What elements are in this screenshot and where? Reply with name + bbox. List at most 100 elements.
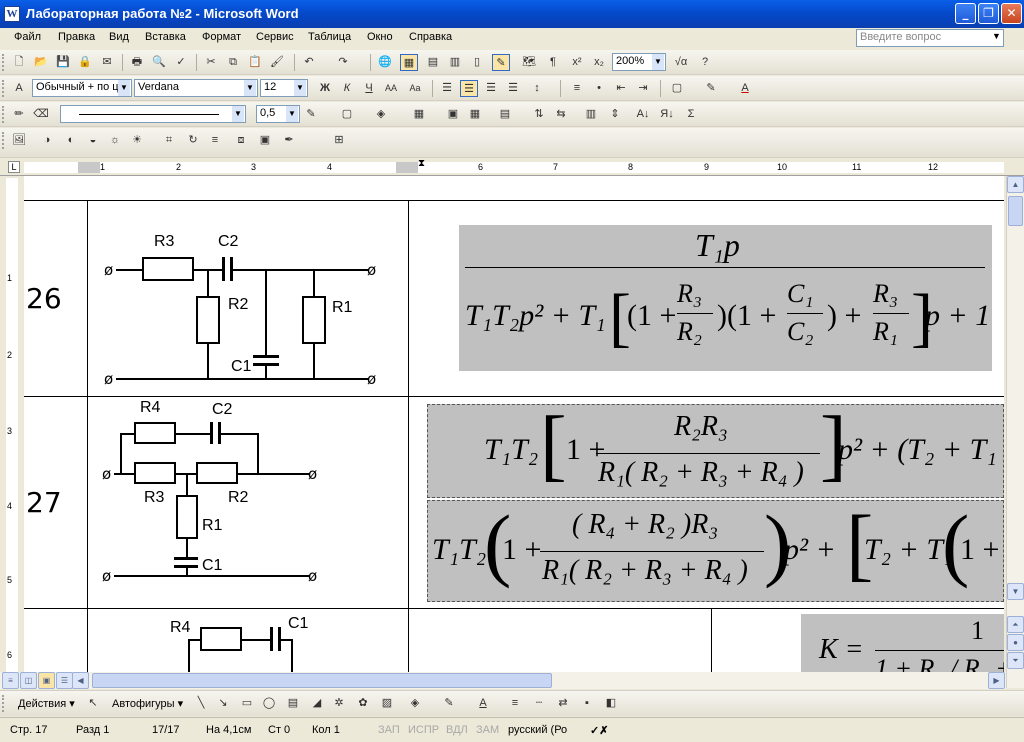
numbering-icon[interactable]: ≡ [568,80,586,97]
line-style-combo[interactable]: ▼ [60,105,246,123]
redo-icon[interactable]: ↷ [334,54,352,71]
scroll-down-icon[interactable]: ▼ [1007,583,1024,600]
shadow-icon[interactable]: ▪ [578,695,596,712]
draw-table-icon[interactable]: ✏ [10,106,28,123]
styles-pane-icon[interactable]: A [10,80,28,97]
decrease-indent-icon[interactable]: ⇤ [612,80,630,97]
font-color-icon[interactable]: A [736,80,754,97]
set-transparent-icon[interactable]: ✒ [280,132,298,149]
outline-view-icon[interactable]: ☰ [56,672,73,689]
menu-window[interactable]: Окно [367,31,393,43]
zoom-combo[interactable]: 200% ▼ [612,53,666,71]
align-cell-icon[interactable]: ▤ [496,106,514,123]
font-color-icon[interactable]: A [474,695,492,712]
bold-icon[interactable]: Ж [316,80,334,97]
superscript-icon[interactable]: x² [568,54,586,71]
ask-dropdown-icon[interactable]: ▼ [992,31,1001,41]
toolbar-grip[interactable] [2,80,5,97]
align-center-icon[interactable]: ☰ [460,80,478,97]
subscript-icon[interactable]: x₂ [590,54,608,71]
equation-icon[interactable]: √α [672,54,690,71]
document-page[interactable]: 26 ø ø ø ø R3 C2 R2 R1 C1 T₁p T₁T₂p² + T… [24,176,1004,672]
split-cells-icon[interactable]: ▦ [466,106,484,123]
insert-table-icon[interactable]: ▤ [424,54,442,71]
3d-icon[interactable]: ◧ [602,695,620,712]
less-contrast-icon[interactable]: ◒ [84,132,102,149]
increase-indent-icon[interactable]: ⇥ [634,80,652,97]
scroll-up-icon[interactable]: ▲ [1007,176,1024,193]
circuit-diagram-27[interactable]: ø ø ø ø R4 C2 R3 R2 R1 C1 [88,397,408,608]
autoformat-icon[interactable]: ▥ [582,106,600,123]
indent-marker-icon[interactable]: ⧗ [418,158,425,169]
highlight-icon[interactable]: ✎ [702,80,720,97]
sort-desc-icon[interactable]: Я↓ [658,106,676,123]
formula-27-top[interactable]: T₁T₂ [ 1 + R₂R₃ R₁( R₂ + R₃ + R₄ ) ] p² … [427,404,1004,498]
menu-view[interactable]: Вид [109,31,129,43]
status-ovr[interactable]: ЗАМ [476,724,499,736]
shading-icon[interactable]: ◈ [372,106,390,123]
columns-icon[interactable]: ▯ [468,54,486,71]
textbox-icon[interactable]: ▤ [284,695,302,712]
distribute-cols-icon[interactable]: ⇆ [552,106,570,123]
line-style-icon[interactable]: ≡ [506,695,524,712]
chevron-down-icon[interactable]: ▼ [244,80,256,96]
ask-question-input[interactable]: Введите вопрос [856,29,1004,47]
spelling-status-icon[interactable]: ✓✗ [590,724,608,737]
borders-icon[interactable]: ▢ [668,80,686,97]
tables-borders-icon[interactable]: ▦ [400,54,418,71]
menu-tools[interactable]: Сервис [256,31,294,43]
line-style-icon[interactable]: ≡ [206,132,224,149]
chevron-down-icon[interactable]: ▼ [118,80,130,96]
line-weight-combo[interactable]: 0,5 ▼ [256,105,300,123]
rotate-icon[interactable]: ↻ [184,132,202,149]
insert-picture-icon[interactable]: 🖼 [10,132,28,149]
justify-icon[interactable]: ☰ [504,80,522,97]
line-color-icon[interactable]: ✎ [440,695,458,712]
word-app-icon[interactable]: W [4,6,20,22]
drawing-icon[interactable]: ✎ [492,54,510,71]
prev-page-icon[interactable]: ⏶ [1007,616,1024,633]
underline-icon[interactable]: Ч [360,80,378,97]
dash-style-icon[interactable]: ┄ [530,695,548,712]
spelling-icon[interactable]: ✓ [172,54,190,71]
email-icon[interactable]: ✉ [98,54,116,71]
autosum-icon[interactable]: Σ [682,106,700,123]
autoshapes-menu[interactable]: Автофигуры ▾ [112,697,183,710]
toolbar-grip[interactable] [2,106,5,123]
menu-format[interactable]: Формат [202,31,241,43]
border-color-icon[interactable]: ✎ [302,106,320,123]
format-painter-icon[interactable]: 🖌 [268,54,286,71]
vertical-scrollbar[interactable]: ▲ ▼ ⏶ ● ⏷ [1006,176,1024,688]
restore-button[interactable]: ❐ [978,3,999,24]
menu-file[interactable]: Файл [14,31,41,43]
diagram-icon[interactable]: ✲ [330,695,348,712]
chevron-down-icon[interactable]: ▼ [286,106,298,122]
font-size-combo[interactable]: 12 ▼ [260,79,308,97]
save-icon[interactable]: 💾 [54,54,72,71]
arrow-style-icon[interactable]: ⇄ [554,695,572,712]
circuit-diagram-26[interactable]: ø ø ø ø R3 C2 R2 R1 C1 [88,201,408,396]
status-ext[interactable]: ВДЛ [446,724,468,736]
less-brightness-icon[interactable]: ☀ [128,132,146,149]
status-trk[interactable]: ИСПР [408,724,439,736]
eraser-icon[interactable]: ⌫ [32,106,50,123]
scroll-left-icon[interactable]: ◀ [72,672,89,689]
insert-table-icon[interactable]: ▦ [410,106,428,123]
outside-border-icon[interactable]: ▢ [338,106,356,123]
compress-icon[interactable]: ⧈ [232,132,250,149]
undo-icon[interactable]: ↶ [300,54,318,71]
text-wrapping-icon[interactable]: ⊞ [330,132,348,149]
chevron-down-icon[interactable]: ▼ [294,80,306,96]
char-spacing-icon[interactable]: Aa [406,80,424,97]
tab-selector-icon[interactable]: L [8,161,20,173]
browse-object-icon[interactable]: ● [1007,634,1024,651]
text-direction-icon[interactable]: ⇕ [606,106,624,123]
toolbar-grip[interactable] [2,54,5,71]
more-brightness-icon[interactable]: ☼ [106,132,124,149]
formula-26[interactable]: T₁p T₁T₂p² + T₁ [ (1 + R₃ R₂ )(1 + C₁ C₂… [459,225,992,371]
scroll-right-icon[interactable]: ▶ [988,672,1005,689]
normal-view-icon[interactable]: ≡ [2,672,19,689]
paste-icon[interactable]: 📋 [246,54,264,71]
hscroll-thumb[interactable] [92,673,552,688]
picture-icon[interactable]: ▨ [378,695,396,712]
